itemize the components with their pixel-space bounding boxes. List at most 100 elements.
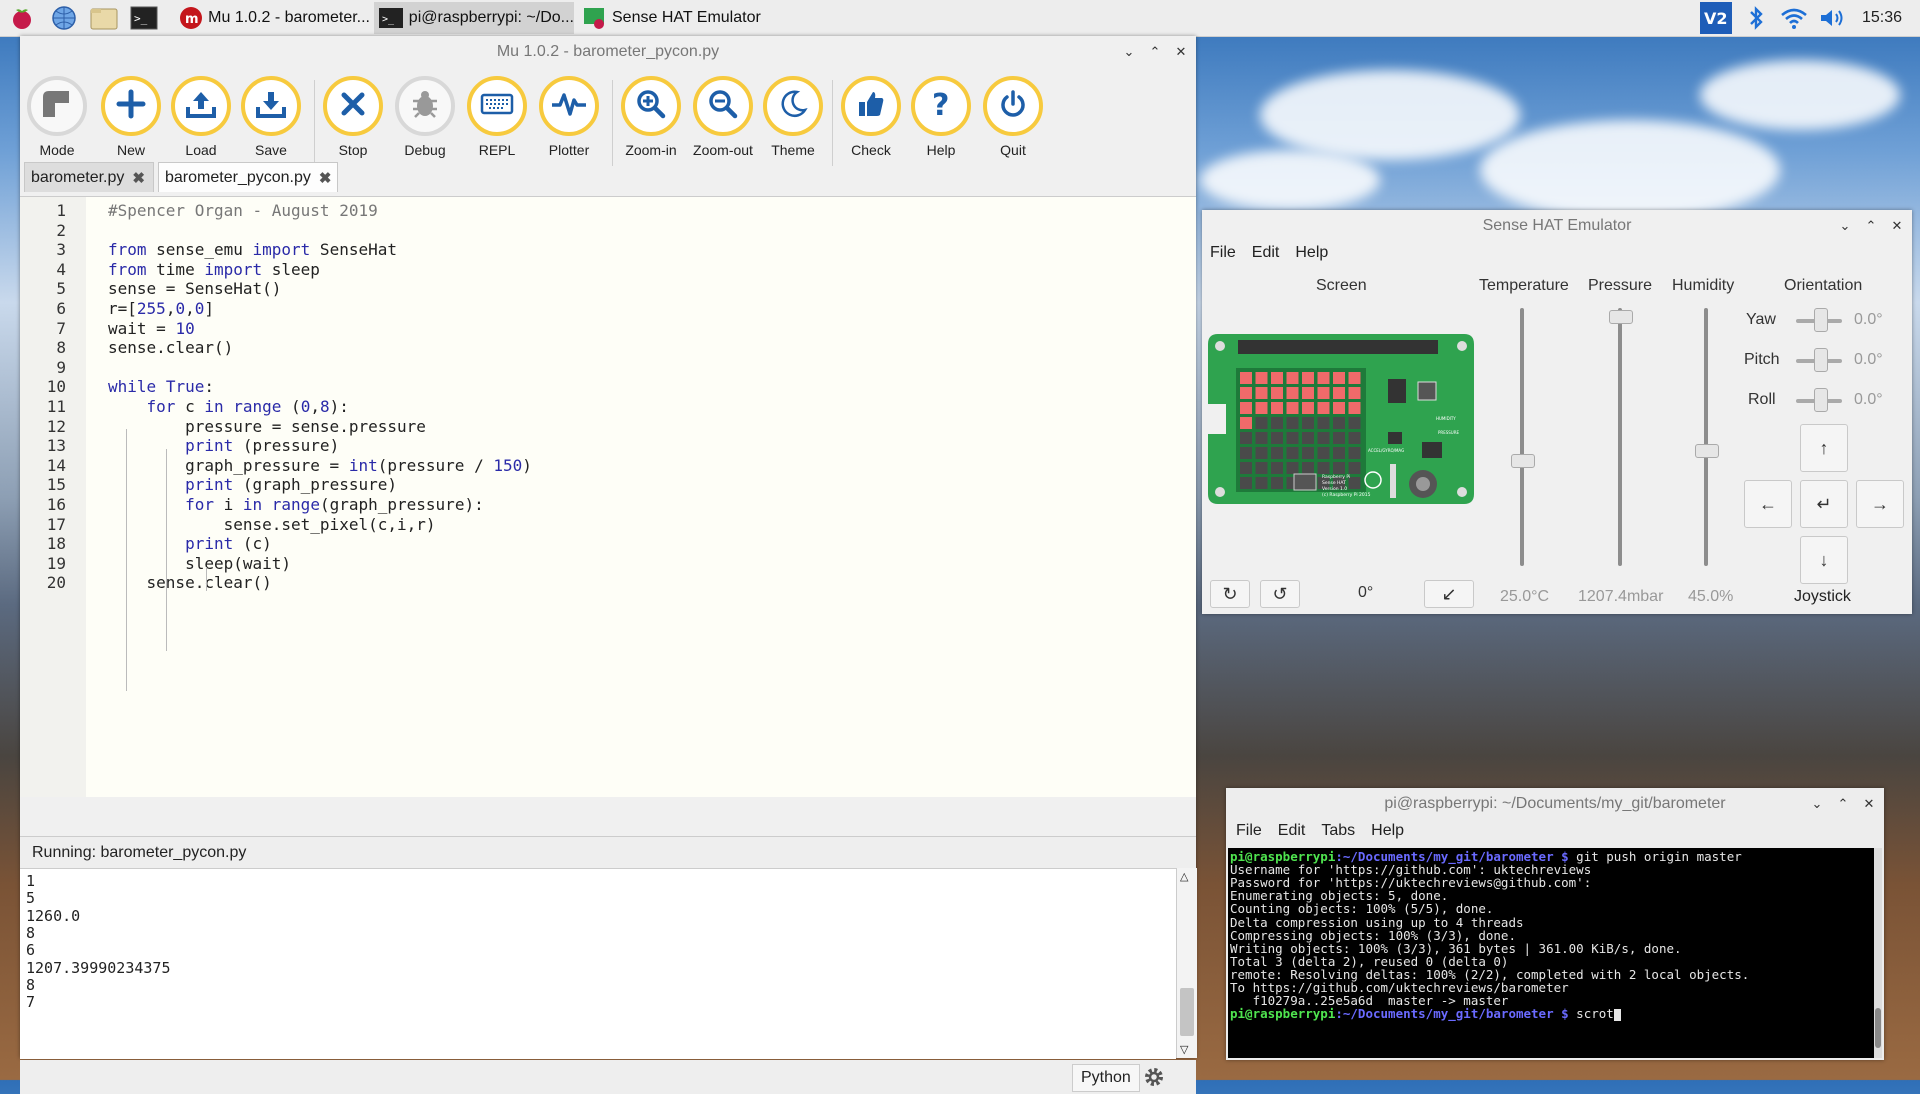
led-pixel[interactable] [1240, 462, 1252, 474]
led-pixel[interactable] [1348, 462, 1361, 474]
led-pixel[interactable] [1286, 432, 1299, 444]
led-pixel[interactable] [1317, 447, 1330, 459]
terminal-titlebar[interactable]: pi@raspberrypi: ~/Documents/my_git/barom… [1226, 788, 1884, 820]
pressure-slider-thumb[interactable] [1609, 309, 1633, 324]
led-pixel[interactable] [1271, 417, 1283, 429]
check-button[interactable]: Check [838, 76, 904, 158]
led-pixel[interactable] [1302, 417, 1314, 429]
led-pixel[interactable] [1302, 402, 1314, 414]
theme-button[interactable]: Theme [760, 76, 826, 158]
scroll-down-icon[interactable]: ▽ [1180, 1043, 1188, 1056]
pressure-slider[interactable] [1618, 308, 1622, 566]
led-pixel[interactable] [1271, 447, 1283, 459]
led-pixel[interactable] [1286, 387, 1299, 399]
led-pixel[interactable] [1240, 387, 1252, 399]
led-pixel[interactable] [1302, 462, 1314, 474]
temperature-slider[interactable] [1520, 308, 1524, 566]
zoom-out-button[interactable]: Zoom-out [690, 76, 756, 158]
joystick-left-button[interactable]: ← [1744, 480, 1792, 528]
scroll-thumb[interactable] [1180, 988, 1194, 1036]
led-pixel[interactable] [1240, 402, 1252, 414]
led-pixel[interactable] [1240, 372, 1252, 384]
led-pixel[interactable] [1271, 402, 1283, 414]
led-pixel[interactable] [1348, 432, 1361, 444]
menu-help[interactable]: Help [1295, 244, 1328, 261]
led-pixel[interactable] [1271, 432, 1283, 444]
led-pixel[interactable] [1240, 432, 1252, 444]
pitch-slider-thumb[interactable] [1814, 348, 1828, 372]
led-pixel[interactable] [1255, 417, 1268, 429]
humidity-slider-thumb[interactable] [1695, 443, 1719, 458]
led-pixel[interactable] [1333, 462, 1345, 474]
led-pixel[interactable] [1255, 432, 1268, 444]
led-pixel[interactable] [1333, 387, 1345, 399]
menu-edit[interactable]: Edit [1252, 244, 1280, 261]
wifi-icon[interactable] [1780, 4, 1808, 32]
mode-indicator[interactable]: Python [1072, 1064, 1140, 1092]
joystick-up-button[interactable]: ↑ [1800, 424, 1848, 472]
close-button[interactable]: ✕ [1860, 796, 1878, 812]
maximize-button[interactable]: ⌃ [1862, 218, 1880, 234]
led-pixel[interactable] [1333, 417, 1345, 429]
tab-barometer-pycon[interactable]: barometer_pycon.py ✖ [158, 162, 338, 192]
led-pixel[interactable] [1255, 462, 1268, 474]
file-manager-icon[interactable] [90, 4, 118, 32]
led-pixel[interactable] [1302, 387, 1314, 399]
load-button[interactable]: Load [168, 76, 234, 158]
temperature-slider-thumb[interactable] [1511, 454, 1535, 469]
led-pixel[interactable] [1317, 462, 1330, 474]
led-pixel[interactable] [1317, 417, 1330, 429]
maximize-button[interactable]: ⌃ [1834, 796, 1852, 812]
repl-output[interactable]: 1 5 1260.0 8 6 1207.39990234375 8 7 [20, 868, 1176, 1059]
mode-button[interactable]: Mode [24, 76, 90, 158]
save-button[interactable]: Save [238, 76, 304, 158]
joystick-right-button[interactable]: → [1856, 480, 1904, 528]
minimize-button[interactable]: ⌄ [1120, 44, 1138, 60]
web-browser-icon[interactable] [50, 4, 78, 32]
led-pixel[interactable] [1333, 372, 1345, 384]
led-pixel[interactable] [1255, 447, 1268, 459]
led-pixel[interactable] [1286, 372, 1299, 384]
led-pixel[interactable] [1286, 447, 1299, 459]
tab-close-icon[interactable]: ✖ [132, 169, 145, 187]
terminal-scrollbar[interactable] [1874, 848, 1882, 1058]
menu-tabs[interactable]: Tabs [1321, 822, 1355, 839]
task-sensehat[interactable]: Sense HAT Emulator [576, 2, 776, 34]
led-pixel[interactable] [1348, 402, 1361, 414]
minimize-button[interactable]: ⌄ [1836, 218, 1854, 234]
led-pixel[interactable] [1317, 372, 1330, 384]
vnc-icon[interactable]: V2 [1700, 2, 1732, 34]
code-editor[interactable]: 1 2 3 4 5 6 7 8 9 10 11 12 13 14 15 16 17 18 19 20 #Spencer… [20, 196, 1196, 797]
debug-button[interactable]: Debug [392, 76, 458, 158]
joystick-enter-button[interactable]: ↵ [1800, 480, 1848, 528]
humidity-slider[interactable] [1704, 308, 1708, 566]
led-pixel[interactable] [1317, 432, 1330, 444]
plotter-button[interactable]: Plotter [536, 76, 602, 158]
led-pixel[interactable] [1255, 477, 1268, 489]
task-mu[interactable]: m Mu 1.0.2 - barometer... [174, 2, 370, 34]
bluetooth-icon[interactable] [1742, 4, 1770, 32]
led-pixel[interactable] [1255, 372, 1268, 384]
led-pixel[interactable] [1348, 417, 1361, 429]
repl-scrollbar[interactable]: △ ▽ [1176, 868, 1197, 1058]
repl-button[interactable]: REPL [464, 76, 530, 158]
raspberry-menu-icon[interactable] [8, 4, 36, 32]
led-pixel[interactable] [1348, 387, 1361, 399]
led-pixel[interactable] [1333, 432, 1345, 444]
led-pixel[interactable] [1302, 372, 1314, 384]
mu-titlebar[interactable]: Mu 1.0.2 - barometer_pycon.py ⌄ ⌃ ✕ [20, 36, 1196, 68]
roll-slider-thumb[interactable] [1814, 388, 1828, 412]
led-pixel[interactable] [1317, 402, 1330, 414]
led-pixel[interactable] [1317, 387, 1330, 399]
led-pixel[interactable] [1255, 387, 1268, 399]
minimize-button[interactable]: ⌄ [1808, 796, 1826, 812]
gear-icon[interactable] [1140, 1064, 1168, 1090]
menu-file[interactable]: File [1236, 822, 1262, 839]
menu-help[interactable]: Help [1371, 822, 1404, 839]
help-button[interactable]: ? Help [908, 76, 974, 158]
volume-icon[interactable] [1818, 4, 1846, 32]
menu-edit[interactable]: Edit [1278, 822, 1306, 839]
led-pixel[interactable] [1240, 417, 1252, 429]
led-pixel[interactable] [1286, 417, 1299, 429]
stop-button[interactable]: Stop [320, 76, 386, 158]
